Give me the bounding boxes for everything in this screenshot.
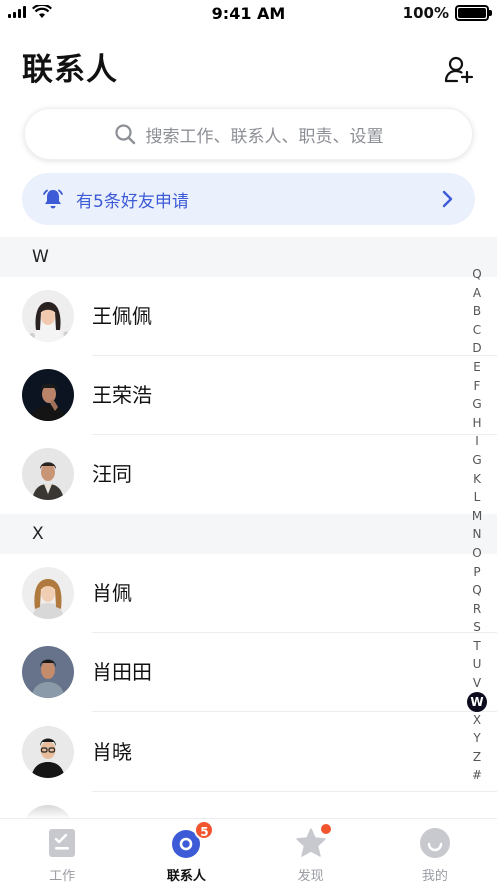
contact-row[interactable]: 汪同	[0, 435, 497, 514]
alphabet-index-item[interactable]: Q	[468, 581, 486, 600]
tab-contacts[interactable]: 5 联系人	[124, 819, 248, 883]
smile-icon	[419, 828, 450, 858]
alphabet-index-item[interactable]: K	[468, 470, 486, 489]
avatar	[22, 290, 74, 342]
alphabet-index-item[interactable]: N	[468, 525, 486, 544]
tab-label: 我的	[421, 869, 448, 883]
contact-name: 王佩佩	[92, 304, 152, 328]
section-header-w: W	[0, 237, 497, 277]
contact-row[interactable]: 肖田田	[0, 633, 497, 712]
contact-row[interactable]: 肖晓	[0, 713, 497, 792]
contact-name: 王荣浩	[92, 383, 152, 407]
alphabet-index-item[interactable]: S	[468, 618, 486, 637]
search-icon	[114, 124, 135, 145]
header: 联系人	[22, 48, 475, 92]
tab-label: 联系人	[166, 869, 206, 883]
alphabet-index-item[interactable]: P	[468, 563, 486, 582]
alphabet-index-item[interactable]: U	[468, 655, 486, 674]
friend-request-banner[interactable]: 有5条好友申请	[22, 173, 475, 225]
avatar	[22, 448, 74, 500]
work-icon	[49, 829, 76, 857]
add-contact-icon[interactable]	[443, 54, 475, 86]
alphabet-index-item[interactable]: C	[468, 321, 486, 340]
alphabet-index-item[interactable]: W	[467, 691, 487, 712]
notification-dot	[320, 824, 331, 834]
banner-text: 有5条好友申请	[76, 191, 189, 212]
alphabet-index-item[interactable]: #	[468, 766, 486, 785]
alphabet-index-item[interactable]: V	[468, 674, 486, 693]
section-header-x: X	[0, 514, 497, 554]
alphabet-index-item[interactable]: Z	[468, 748, 486, 767]
alphabet-index-item[interactable]: M	[468, 507, 486, 526]
tab-label: 发现	[297, 869, 324, 883]
tab-me[interactable]: 我的	[373, 819, 497, 883]
alphabet-index-item[interactable]: B	[468, 302, 486, 321]
page-title: 联系人	[22, 52, 118, 88]
contact-name: 肖田田	[92, 660, 152, 684]
contact-row[interactable]: 王佩佩	[0, 277, 497, 356]
alphabet-index-item[interactable]: Q	[468, 265, 486, 284]
contact-row[interactable]: 肖佩	[0, 554, 497, 633]
tab-discover[interactable]: 发现	[249, 819, 373, 883]
alphabet-index-item[interactable]: F	[468, 377, 486, 396]
avatar	[22, 369, 74, 421]
tab-work[interactable]: 工作	[0, 819, 124, 883]
battery-icon	[455, 5, 492, 21]
list-fade	[0, 800, 497, 818]
alphabet-index-item[interactable]: Y	[468, 729, 486, 748]
search-placeholder: 搜索工作、联系人、职责、设置	[145, 126, 384, 147]
tab-label: 工作	[49, 869, 76, 883]
chevron-right-icon	[442, 190, 453, 208]
battery-percent: 100%	[402, 4, 449, 22]
alphabet-index[interactable]: Q A B C D E F G H I G K L M N O P Q R S T U V W X Y Z #	[467, 265, 487, 785]
status-bar: 9:41 AM 100%	[0, 0, 497, 28]
alphabet-index-item[interactable]: E	[468, 358, 486, 377]
contact-name: 汪同	[92, 462, 132, 486]
contact-row[interactable]: 王荣浩	[0, 356, 497, 435]
alphabet-index-item[interactable]: I	[468, 432, 486, 451]
alphabet-index-item[interactable]: G	[468, 451, 486, 470]
divider	[92, 711, 497, 712]
alphabet-index-item[interactable]: R	[468, 600, 486, 619]
avatar	[22, 726, 74, 778]
alphabet-index-item[interactable]: H	[468, 414, 486, 433]
alphabet-index-item[interactable]: O	[468, 544, 486, 563]
status-right: 100%	[402, 4, 492, 22]
alphabet-index-item[interactable]: T	[468, 637, 486, 656]
alphabet-index-item[interactable]: X	[468, 711, 486, 730]
search-input[interactable]: 搜索工作、联系人、职责、设置	[24, 108, 473, 160]
avatar	[22, 567, 74, 619]
contact-name: 肖晓	[92, 740, 132, 764]
bell-icon	[43, 189, 63, 209]
notification-badge: 5	[194, 820, 215, 840]
alphabet-index-item[interactable]: L	[468, 488, 486, 507]
avatar	[22, 646, 74, 698]
contact-name: 肖佩	[92, 581, 132, 605]
tab-bar: 工作 5 联系人 发现 我的	[0, 818, 497, 883]
alphabet-index-item[interactable]: D	[468, 339, 486, 358]
alphabet-index-item[interactable]: A	[468, 284, 486, 303]
alphabet-index-item[interactable]: G	[468, 395, 486, 414]
